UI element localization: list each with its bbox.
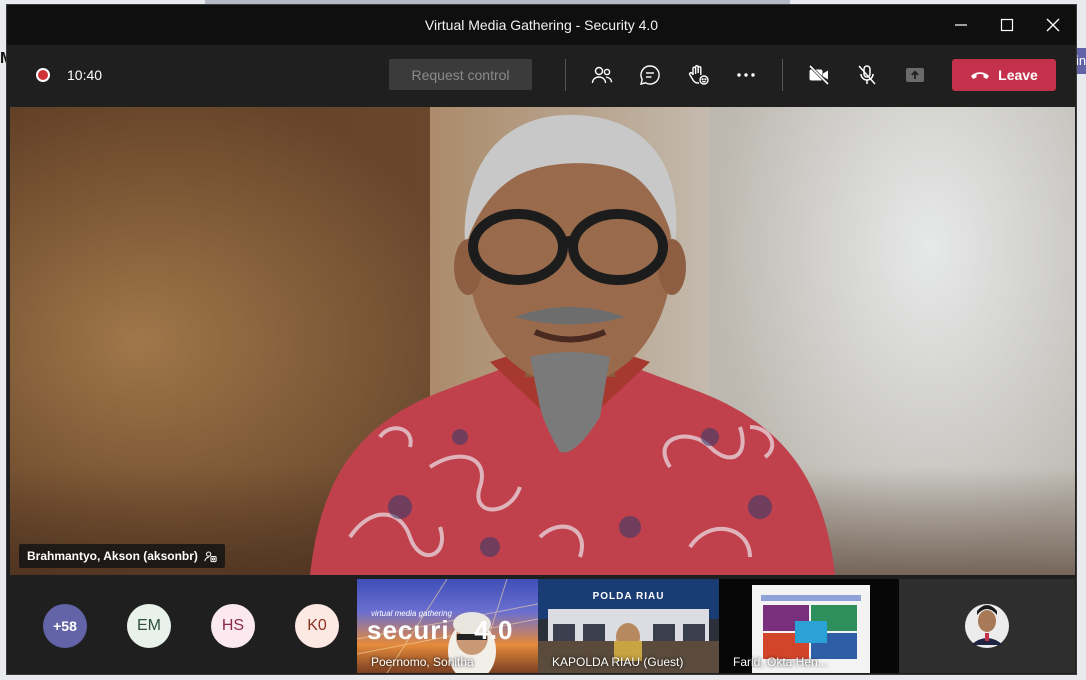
window-title: Virtual Media Gathering - Security 4.0: [424, 17, 659, 33]
main-video-stage: Brahmantyo, Akson (aksonbr): [10, 107, 1075, 575]
mic-off-icon: [858, 65, 876, 85]
participant-avatar[interactable]: HS: [211, 604, 255, 648]
maximize-button[interactable]: [984, 5, 1030, 45]
leave-button[interactable]: Leave: [952, 59, 1056, 91]
leave-label: Leave: [998, 67, 1038, 83]
title-bar: Virtual Media Gathering - Security 4.0: [7, 5, 1076, 45]
participant-name: Poernomo, Sonitha: [371, 655, 474, 669]
participant-avatar[interactable]: EM: [127, 604, 171, 648]
speaker-name: Brahmantyo, Akson (aksonbr): [27, 549, 198, 563]
participant-video-tile[interactable]: Farid, Okta Hen...: [719, 579, 899, 673]
window-controls: [938, 5, 1076, 45]
more-icon: [737, 73, 755, 77]
share-tray-button[interactable]: [902, 62, 928, 88]
participants-icon: [591, 66, 613, 84]
participant-video-tile[interactable]: [899, 579, 1075, 673]
hang-up-icon: [971, 72, 990, 79]
camera-toggle-button[interactable]: [806, 62, 832, 88]
meeting-toolbar: 10:40 Request control Leave: [7, 45, 1076, 107]
participant-name: Farid, Okta Hen...: [733, 655, 828, 669]
camera-off-icon: [808, 64, 830, 86]
participant-video-tile[interactable]: POLDA RIAU KAPOLDA RIAU (Guest): [538, 579, 719, 673]
participants-button[interactable]: [589, 62, 615, 88]
participant-strip: +58 EM HS K0 virtual media gathering sec…: [10, 577, 1075, 673]
minimize-icon: [955, 24, 967, 26]
overflow-participants-button[interactable]: +58: [43, 604, 87, 648]
minimize-button[interactable]: [938, 5, 984, 45]
share-tray-icon: [906, 68, 924, 82]
meeting-window: Virtual Media Gathering - Security 4.0 1…: [6, 4, 1077, 675]
meeting-timer: 10:40: [67, 67, 103, 83]
close-button[interactable]: [1030, 5, 1076, 45]
speaker-name-tag: Brahmantyo, Akson (aksonbr): [19, 544, 225, 568]
close-icon: [1046, 18, 1060, 32]
chat-button[interactable]: [637, 62, 663, 88]
mic-toggle-button[interactable]: [854, 62, 880, 88]
participant-video-tile[interactable]: virtual media gathering securi 4.0 Poern…: [357, 579, 538, 673]
participant-avatar[interactable]: K0: [295, 604, 339, 648]
more-actions-button[interactable]: [733, 62, 759, 88]
participant-video: [965, 604, 1009, 648]
participant-name: KAPOLDA RIAU (Guest): [552, 655, 684, 669]
presenter-icon: [204, 551, 217, 562]
request-control-button[interactable]: Request control: [389, 59, 532, 90]
maximize-icon: [1000, 18, 1014, 32]
toolbar-divider: [565, 59, 566, 91]
reactions-button[interactable]: [685, 62, 711, 88]
raise-hand-icon: [688, 65, 709, 85]
toolbar-divider: [782, 59, 783, 91]
chat-icon: [640, 65, 660, 85]
speaker-video: [310, 114, 835, 575]
tile-banner-big: securi 4.0: [367, 615, 514, 645]
background-button-fragment: in: [1076, 48, 1086, 74]
recording-indicator-icon: [36, 68, 50, 82]
tile-sign: POLDA RIAU: [592, 591, 665, 602]
